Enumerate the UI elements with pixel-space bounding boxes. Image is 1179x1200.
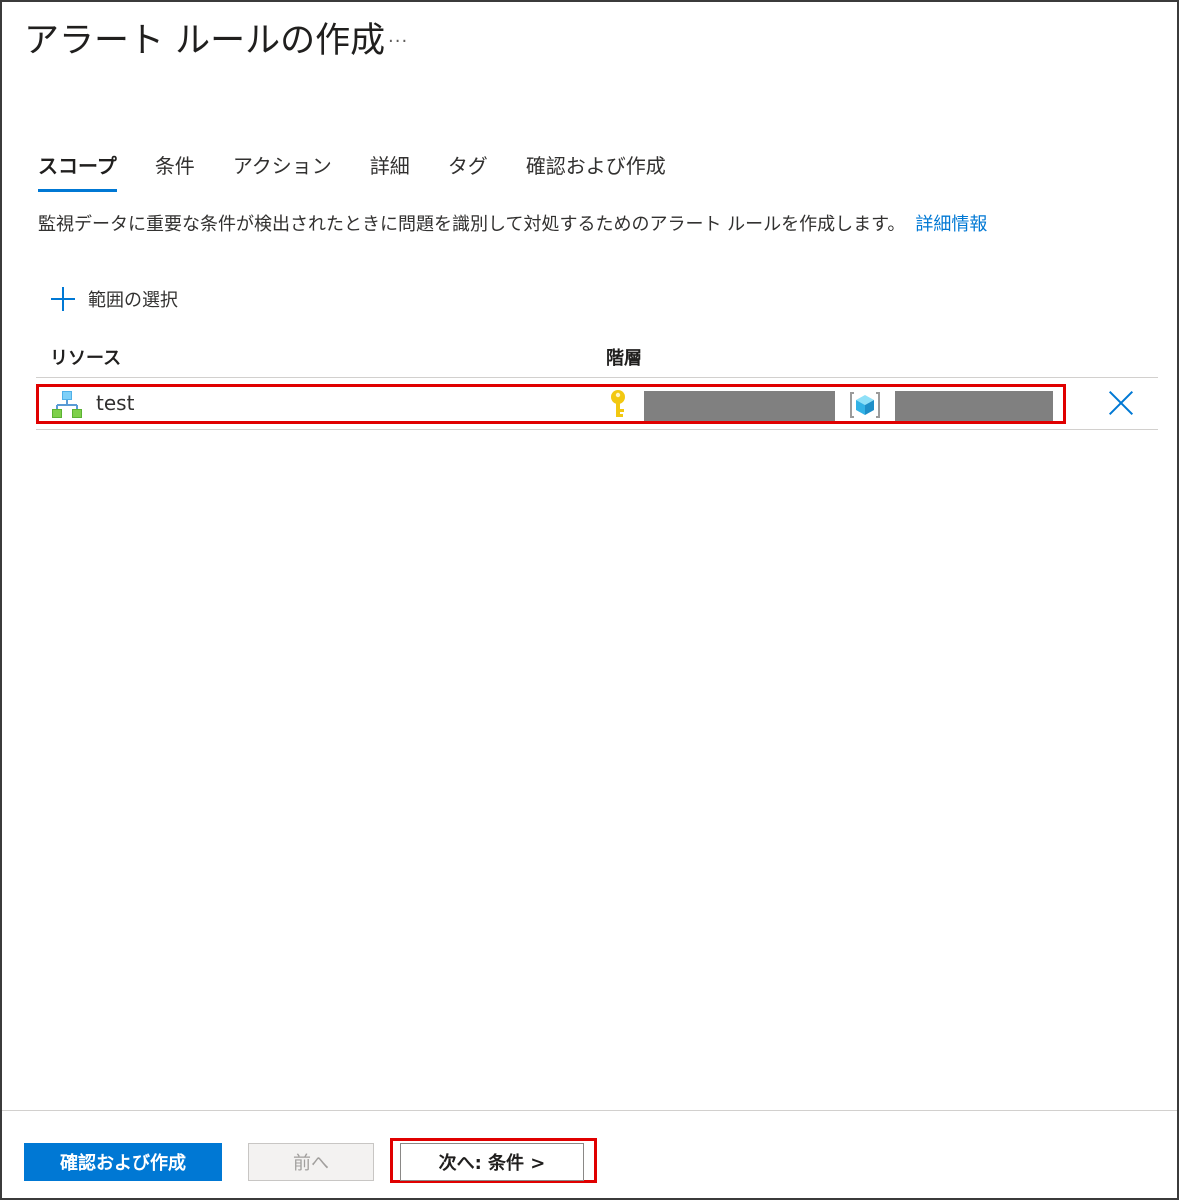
column-header-resource: リソース xyxy=(50,348,122,369)
table-header-divider xyxy=(36,377,1158,378)
wizard-tabs: スコープ 条件 アクション 詳細 タグ 確認および作成 xyxy=(38,148,704,192)
remove-resource-button[interactable] xyxy=(1108,390,1134,416)
tab-review-create[interactable]: 確認および作成 xyxy=(526,148,666,192)
plus-icon xyxy=(50,286,76,312)
footer-divider xyxy=(2,1110,1177,1111)
select-scope-label: 範囲の選択 xyxy=(88,290,178,311)
next-condition-button[interactable]: 次へ: 条件 > xyxy=(400,1143,584,1181)
resource-group-icon xyxy=(52,391,82,418)
key-icon xyxy=(611,390,625,417)
previous-button[interactable]: 前へ xyxy=(248,1143,374,1181)
review-create-button[interactable]: 確認および作成 xyxy=(24,1143,222,1181)
more-options-button[interactable]: ... xyxy=(388,26,408,47)
tab-scope[interactable]: スコープ xyxy=(38,148,117,192)
tab-condition[interactable]: 条件 xyxy=(155,148,195,192)
page-title: アラート ルールの作成 xyxy=(24,21,386,61)
learn-more-link[interactable]: 詳細情報 xyxy=(915,214,987,235)
table-row-divider xyxy=(36,429,1158,430)
select-scope-button[interactable]: 範囲の選択 xyxy=(50,286,178,312)
redacted-subscription xyxy=(644,391,835,421)
tab-tags[interactable]: タグ xyxy=(448,148,488,192)
alert-rule-panel: アラート ルールの作成 ... スコープ 条件 アクション 詳細 タグ 確認およ… xyxy=(0,0,1179,1200)
tab-actions[interactable]: アクション xyxy=(233,148,332,192)
resource-name: test xyxy=(96,391,135,415)
redacted-resource-group xyxy=(895,391,1053,421)
tab-details[interactable]: 詳細 xyxy=(370,148,410,192)
description-text: 監視データに重要な条件が検出されたときに問題を識別して対処するためのアラート ル… xyxy=(38,214,906,235)
page-description: 監視データに重要な条件が検出されたときに問題を識別して対処するためのアラート ル… xyxy=(38,210,987,236)
cube-icon xyxy=(850,392,880,418)
column-header-hierarchy: 階層 xyxy=(606,348,642,369)
